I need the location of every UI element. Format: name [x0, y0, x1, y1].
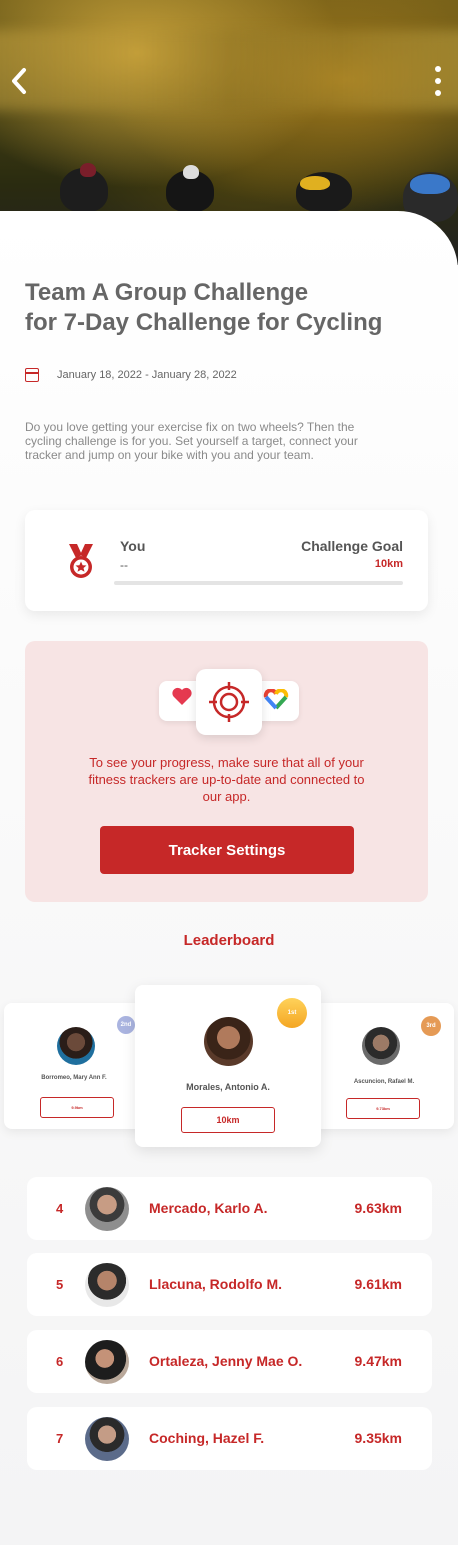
- google-fit-icon: [263, 689, 289, 710]
- avatar: [204, 1017, 253, 1066]
- avatar: [85, 1263, 129, 1307]
- challenge-description: Do you love getting your exercise fix on…: [25, 420, 358, 462]
- podium-name: Borromeo, Mary Ann F.: [41, 1075, 107, 1081]
- more-vertical-icon: [435, 66, 441, 72]
- heart-icon: [172, 687, 192, 705]
- target-icon: [209, 682, 249, 722]
- title-line-2: for 7-Day Challenge for Cycling: [25, 309, 383, 336]
- row-distance: 9.63km: [354, 1200, 402, 1216]
- chevron-left-icon: [12, 68, 26, 94]
- podium-first[interactable]: 1st Morales, Antonio A. 10km: [135, 985, 321, 1147]
- row-name: Coching, Hazel F.: [149, 1430, 265, 1446]
- rank-badge: 3rd: [421, 1016, 441, 1036]
- tracker-message: To see your progress, make sure that all…: [88, 755, 365, 804]
- date-range: January 18, 2022 - January 28, 2022: [57, 369, 237, 381]
- tracker-notice: To see your progress, make sure that all…: [25, 641, 428, 902]
- challenge-goal-label: Challenge Goal: [301, 538, 403, 554]
- podium-distance: 10km: [181, 1107, 275, 1133]
- row-rank: 5: [56, 1277, 64, 1292]
- row-name: Llacuna, Rodolfo M.: [149, 1276, 282, 1292]
- podium-third[interactable]: 3rd Ascuncion, Rafael M. 9.73km: [314, 1003, 454, 1129]
- challenge-dates: January 18, 2022 - January 28, 2022: [25, 368, 237, 382]
- avatar: [85, 1417, 129, 1461]
- avatar: [362, 1027, 400, 1065]
- rank-badge: 1st: [277, 998, 307, 1028]
- medal-icon: [69, 544, 93, 578]
- leaderboard-row[interactable]: 7 Coching, Hazel F. 9.35km: [27, 1407, 432, 1470]
- podium-name: Morales, Antonio A.: [186, 1082, 270, 1092]
- row-name: Mercado, Karlo A.: [149, 1200, 268, 1216]
- row-distance: 9.47km: [354, 1353, 402, 1369]
- avatar: [57, 1027, 95, 1065]
- tracker-settings-button[interactable]: Tracker Settings: [100, 826, 354, 874]
- more-options-button[interactable]: [434, 66, 442, 96]
- avatar: [85, 1340, 129, 1384]
- row-rank: 7: [56, 1431, 64, 1446]
- challenge-title: Team A Group Challenge for 7-Day Challen…: [25, 278, 445, 338]
- challenge-goal-value: 10km: [374, 558, 403, 570]
- you-label: You: [120, 538, 146, 554]
- podium-name: Ascuncion, Rafael M.: [353, 1079, 415, 1085]
- title-line-1: Team A Group Challenge: [25, 279, 309, 306]
- leaderboard-row[interactable]: 4 Mercado, Karlo A. 9.63km: [27, 1177, 432, 1240]
- podium-second[interactable]: 2nd Borromeo, Mary Ann F. 9.9km: [4, 1003, 144, 1129]
- challenge-goal-card: You -- Challenge Goal 10km: [25, 510, 428, 611]
- row-rank: 6: [56, 1354, 64, 1369]
- leaderboard-title: Leaderboard: [183, 932, 275, 949]
- podium-distance: 9.9km: [40, 1097, 114, 1118]
- calendar-icon: [25, 368, 39, 382]
- leaderboard-row[interactable]: 6 Ortaleza, Jenny Mae O. 9.47km: [27, 1330, 432, 1393]
- you-value: --: [120, 558, 128, 572]
- avatar: [85, 1187, 129, 1231]
- target-tile: [196, 669, 262, 735]
- progress-bar: [114, 581, 403, 585]
- row-distance: 9.61km: [354, 1276, 402, 1292]
- rank-badge: 2nd: [117, 1016, 135, 1034]
- row-distance: 9.35km: [354, 1430, 402, 1446]
- back-button[interactable]: [8, 64, 30, 98]
- leaderboard-row[interactable]: 5 Llacuna, Rodolfo M. 9.61km: [27, 1253, 432, 1316]
- podium-distance: 9.73km: [346, 1098, 420, 1119]
- row-rank: 4: [56, 1201, 64, 1216]
- row-name: Ortaleza, Jenny Mae O.: [149, 1353, 303, 1369]
